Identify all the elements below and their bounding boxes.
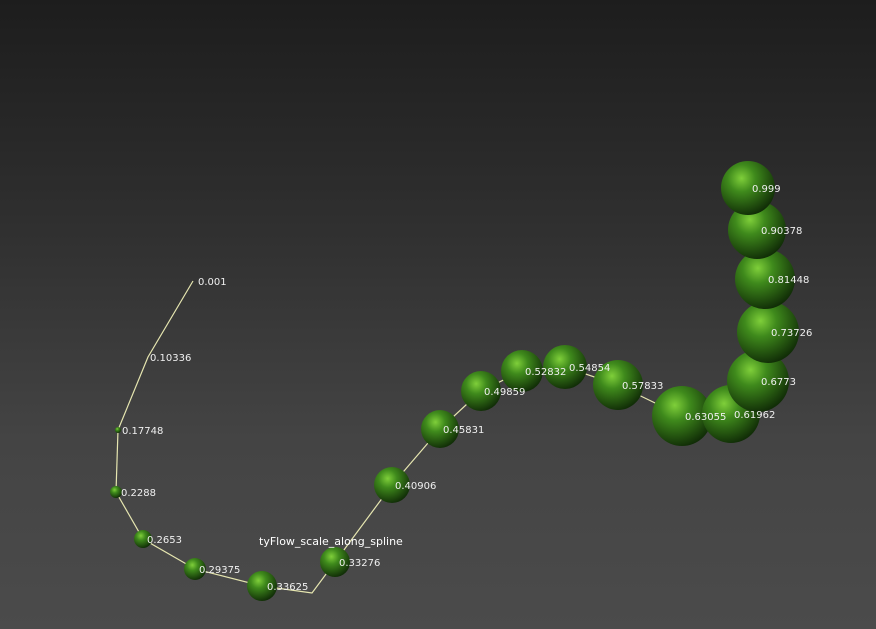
scale-value-label: 0.17748	[122, 426, 163, 437]
scale-value-label: 0.49859	[484, 387, 525, 398]
scale-value-label: 0.90378	[761, 226, 802, 237]
scale-value-label: 0.001	[198, 277, 227, 288]
scale-value-label: 0.6773	[761, 377, 796, 388]
sphere-group	[110, 161, 799, 601]
scale-value-label: 0.33625	[267, 582, 308, 593]
scale-value-label: 0.10336	[150, 353, 191, 364]
scale-value-label: 0.54854	[569, 363, 610, 374]
scale-value-label: 0.999	[752, 184, 781, 195]
scale-value-label: 0.40906	[395, 481, 436, 492]
scale-value-label: 0.29375	[199, 565, 240, 576]
scale-value-label: 0.45831	[443, 425, 484, 436]
scale-value-label: 0.33276	[339, 558, 380, 569]
viewport-scene: 0.001 0.10336 0.17748 0.2288 0.2653 0.29375 0.…	[110, 161, 812, 601]
scale-value-label: 0.73726	[771, 328, 812, 339]
particle-sphere[interactable]	[115, 427, 121, 433]
scale-value-label: 0.63055	[685, 412, 726, 423]
scale-value-label: 0.52832	[525, 367, 566, 378]
scale-value-label: 0.2653	[147, 535, 182, 546]
scale-value-label: 0.81448	[768, 275, 809, 286]
scale-value-label: 0.2288	[121, 488, 156, 499]
object-name-label: tyFlow_scale_along_spline	[259, 535, 403, 548]
scale-value-label: 0.61962	[734, 410, 775, 421]
3d-viewport[interactable]: 0.001 0.10336 0.17748 0.2288 0.2653 0.29375 0.…	[0, 0, 876, 629]
scale-value-label: 0.57833	[622, 381, 663, 392]
